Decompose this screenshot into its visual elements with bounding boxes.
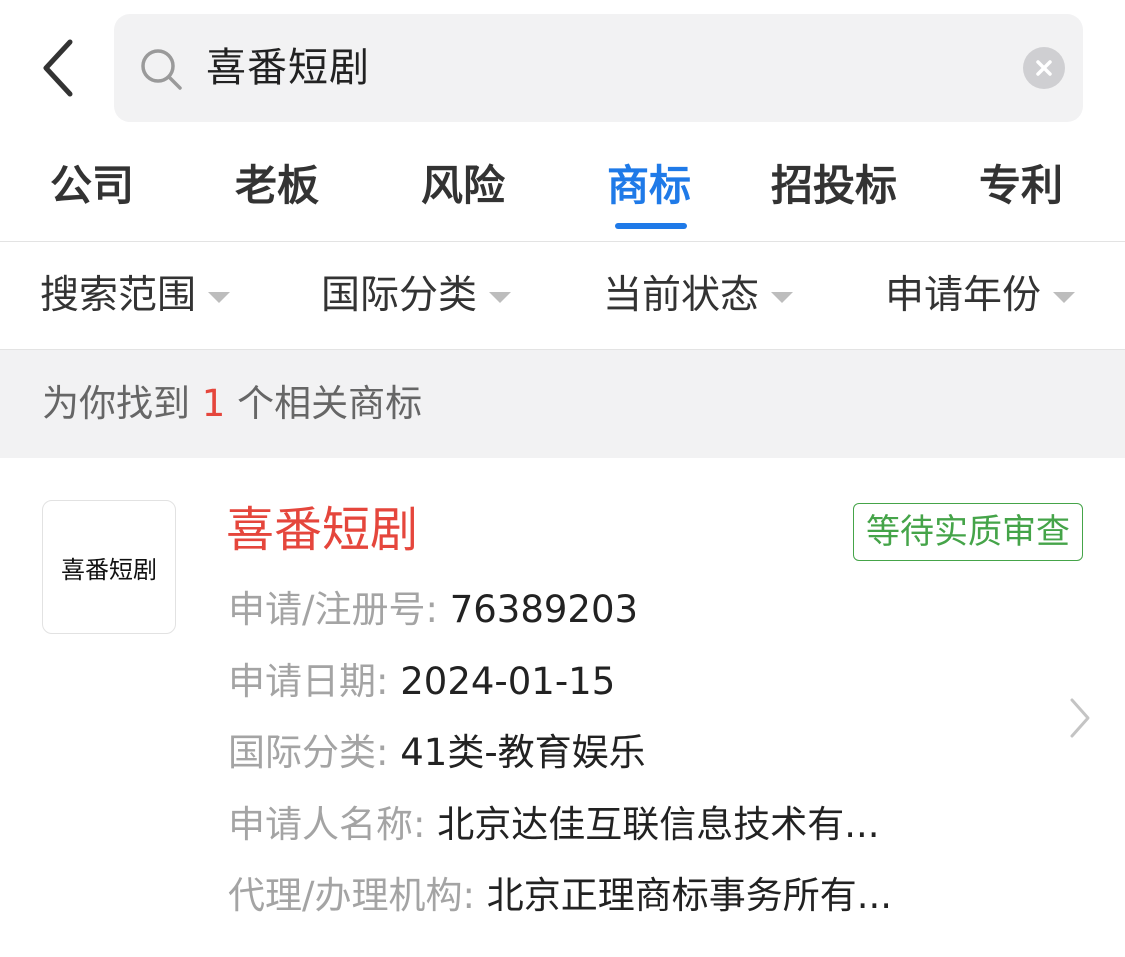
search-icon	[141, 49, 182, 90]
field-value: 76389203	[449, 588, 639, 631]
trademark-name: 喜番短剧	[226, 502, 419, 558]
caret-down-icon	[1053, 292, 1076, 303]
trademark-image: 喜番短剧	[42, 500, 176, 634]
tab-patent[interactable]: 专利	[979, 158, 1063, 214]
filter-current-status[interactable]: 当前状态	[603, 270, 794, 322]
back-button[interactable]	[30, 36, 86, 100]
filter-label: 申请年份	[885, 273, 1042, 318]
tab-company[interactable]: 公司	[50, 158, 134, 214]
tab-bidding[interactable]: 招投标	[771, 158, 897, 214]
result-suffix: 个相关商标	[225, 382, 423, 425]
caret-down-icon	[208, 292, 231, 303]
search-input[interactable]: 喜番短剧	[206, 40, 370, 96]
field-intl-class: 国际分类: 41类-教育娱乐	[228, 728, 646, 778]
filter-label: 国际分类	[321, 273, 478, 318]
field-agency: 代理/办理机构: 北京正理商标事务所有...	[228, 871, 892, 921]
top-bar: 喜番短剧	[0, 0, 1125, 140]
chevron-left-icon	[43, 39, 73, 97]
result-prefix: 为你找到	[42, 382, 202, 425]
caret-down-icon	[489, 292, 512, 303]
category-tabs: 公司 老板 风险 商标 招投标 专利	[0, 140, 1125, 242]
status-badge: 等待实质审查	[853, 503, 1083, 561]
tab-risk[interactable]: 风险	[421, 158, 505, 214]
search-bar[interactable]: 喜番短剧	[114, 14, 1083, 122]
field-value: 北京达佳互联信息技术有...	[437, 803, 880, 846]
filter-intl-class[interactable]: 国际分类	[321, 270, 512, 322]
field-label: 国际分类:	[228, 731, 401, 774]
field-registration-number: 申请/注册号: 76389203	[228, 585, 638, 635]
field-value: 北京正理商标事务所有...	[486, 874, 892, 917]
filter-label: 当前状态	[603, 273, 760, 318]
result-count: 1	[201, 382, 226, 425]
trademark-card[interactable]: 喜番短剧 喜番短剧 等待实质审查 申请/注册号: 76389203 申请日期: …	[0, 458, 1125, 957]
field-label: 申请人名称:	[228, 803, 438, 846]
tab-boss[interactable]: 老板	[235, 158, 319, 214]
field-applicant: 申请人名称: 北京达佳互联信息技术有...	[228, 800, 880, 850]
field-label: 申请/注册号:	[228, 588, 450, 631]
result-summary-strip: 为你找到 1 个相关商标	[0, 350, 1125, 458]
filter-bar: 搜索范围 国际分类 当前状态 申请年份	[0, 242, 1125, 350]
clear-search-button[interactable]	[1023, 47, 1065, 89]
filter-application-year[interactable]: 申请年份	[885, 270, 1076, 322]
field-label: 代理/办理机构:	[228, 874, 487, 917]
chevron-right-icon	[1070, 698, 1090, 738]
result-summary: 为你找到 1 个相关商标	[42, 378, 422, 430]
field-application-date: 申请日期: 2024-01-15	[228, 657, 615, 707]
field-value: 41类-教育娱乐	[400, 731, 646, 774]
field-value: 2024-01-15	[400, 660, 616, 703]
filter-label: 搜索范围	[40, 273, 197, 318]
tab-trademark[interactable]: 商标	[607, 158, 691, 214]
filter-search-scope[interactable]: 搜索范围	[40, 270, 231, 322]
caret-down-icon	[771, 292, 794, 303]
field-label: 申请日期:	[228, 660, 401, 703]
close-icon	[1036, 60, 1052, 76]
active-tab-indicator	[615, 223, 687, 229]
